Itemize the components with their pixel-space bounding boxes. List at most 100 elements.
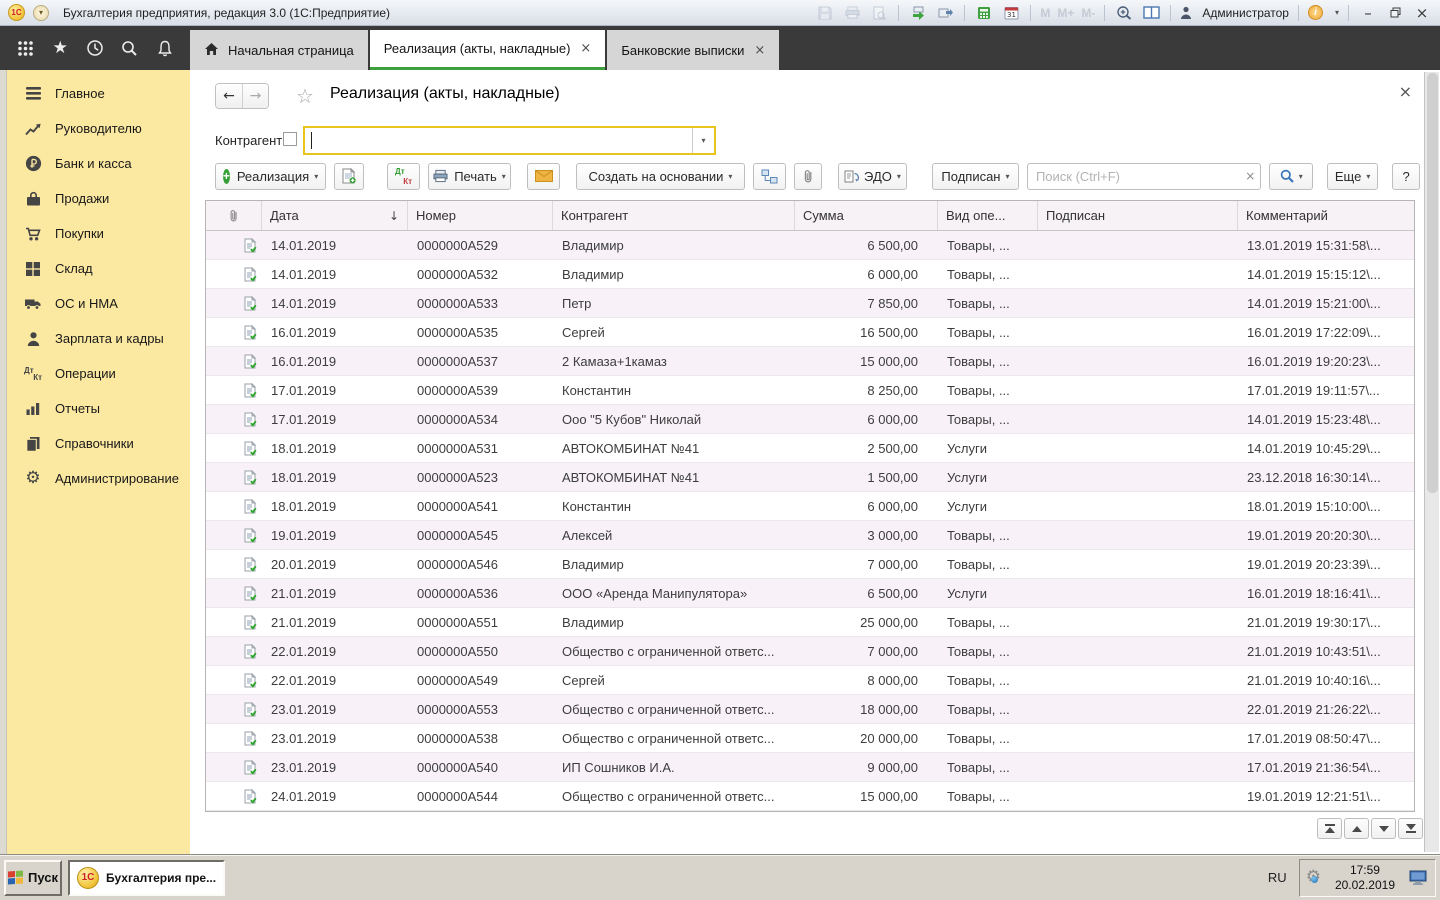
restore-button[interactable] <box>1385 4 1405 22</box>
edo-button[interactable]: ЭДО▾ <box>838 163 907 190</box>
back-button[interactable]: ← <box>216 84 242 108</box>
split-view-icon-button[interactable] <box>1141 4 1161 22</box>
sidebar-item-bank-cash[interactable]: Банк и касса <box>7 146 190 181</box>
table-row[interactable]: 18.01.2019 0000000А541 Константин 6 000,… <box>206 492 1414 521</box>
copy-document-button[interactable] <box>334 163 364 190</box>
col-sum[interactable]: Сумма <box>795 201 938 230</box>
sidebar-item-administration[interactable]: ⚙ Администрирование <box>7 461 190 496</box>
notifications-bell-icon[interactable] <box>153 36 177 60</box>
contractor-dropdown-button[interactable]: ▾ <box>692 128 714 153</box>
help-button[interactable]: ? <box>1392 163 1420 190</box>
print-icon-button[interactable] <box>842 4 862 22</box>
memory-m-button[interactable]: M <box>1040 6 1050 20</box>
table-row[interactable]: 16.01.2019 0000000А535 Сергей 16 500,00 … <box>206 318 1414 347</box>
col-contractor[interactable]: Контрагент <box>553 201 795 230</box>
nav-last-button[interactable] <box>1398 818 1423 839</box>
email-button[interactable] <box>527 163 560 190</box>
info-icon-button[interactable]: i <box>1308 5 1323 20</box>
create-realization-button[interactable]: + Реализация▾ <box>215 163 326 190</box>
table-row[interactable]: 14.01.2019 0000000А533 Петр 7 850,00 Тов… <box>206 289 1414 318</box>
taskbar-app-button[interactable]: 1С Бухгалтерия пре... <box>68 860 225 896</box>
minimize-button[interactable]: – <box>1358 4 1378 22</box>
table-row[interactable]: 24.01.2019 0000000А544 Общество с ограни… <box>206 782 1414 811</box>
col-comment[interactable]: Комментарий <box>1238 201 1414 230</box>
tray-gear-icon[interactable]: ⚙ <box>1306 869 1321 886</box>
language-indicator[interactable]: RU <box>1268 870 1287 885</box>
sidebar-item-fixed-assets[interactable]: ОС и НМА <box>7 286 190 321</box>
more-button[interactable]: Еще▾ <box>1327 163 1378 190</box>
table-row[interactable]: 18.01.2019 0000000А523 АВТОКОМБИНАТ №41 … <box>206 463 1414 492</box>
tab-home[interactable]: Начальная страница <box>190 30 368 70</box>
table-row[interactable]: 21.01.2019 0000000А536 ООО «Аренда Манип… <box>206 579 1414 608</box>
scrollbar-thumb[interactable] <box>1427 73 1438 493</box>
table-row[interactable]: 14.01.2019 0000000А532 Владимир 6 000,00… <box>206 260 1414 289</box>
table-row[interactable]: 17.01.2019 0000000А534 Ооо "5 Кубов" Ник… <box>206 405 1414 434</box>
contractor-input[interactable] <box>305 128 692 153</box>
table-row[interactable]: 20.01.2019 0000000А546 Владимир 7 000,00… <box>206 550 1414 579</box>
system-menu-button[interactable]: ▾ <box>33 5 49 21</box>
table-row[interactable]: 22.01.2019 0000000А550 Общество с ограни… <box>206 637 1414 666</box>
monitor-icon[interactable] <box>1409 870 1429 886</box>
memory-m-plus-button[interactable]: M+ <box>1057 6 1074 20</box>
table-row[interactable]: 17.01.2019 0000000А539 Константин 8 250,… <box>206 376 1414 405</box>
nav-first-button[interactable] <box>1317 818 1342 839</box>
table-row[interactable]: 21.01.2019 0000000А551 Владимир 25 000,0… <box>206 608 1414 637</box>
nav-down-button[interactable] <box>1371 818 1396 839</box>
sidebar-item-manager[interactable]: Руководителю <box>7 111 190 146</box>
sidebar-item-purchases[interactable]: Покупки <box>7 216 190 251</box>
history-icon[interactable] <box>83 36 107 60</box>
tab-bank-statements[interactable]: Банковские выписки × <box>607 30 779 70</box>
nav-up-button[interactable] <box>1344 818 1369 839</box>
create-based-on-button[interactable]: Создать на основании▾ <box>576 163 745 190</box>
favorites-icon[interactable]: ★ <box>48 36 72 60</box>
form-scrollbar[interactable] <box>1424 72 1439 852</box>
info-caret-icon[interactable]: ▾ <box>1335 8 1339 17</box>
start-button[interactable]: Пуск <box>4 860 62 896</box>
signed-filter-button[interactable]: Подписан▾ <box>932 163 1019 190</box>
structure-subordination-button[interactable] <box>753 163 786 190</box>
col-operation-type[interactable]: Вид опе... <box>938 201 1038 230</box>
col-signed[interactable]: Подписан <box>1038 201 1238 230</box>
sidebar-item-directories[interactable]: Справочники <box>7 426 190 461</box>
left-scroll-strip[interactable] <box>0 70 7 854</box>
calculator-icon-button[interactable] <box>974 4 994 22</box>
contractor-filter-checkbox[interactable] <box>283 132 297 146</box>
import-link-icon-button[interactable] <box>908 4 928 22</box>
search-clear-button[interactable]: × <box>1240 169 1260 183</box>
memory-m-minus-button[interactable]: M- <box>1081 6 1095 20</box>
calendar-icon-button[interactable]: 31 <box>1001 4 1021 22</box>
dt-kt-button[interactable]: ДтКт <box>387 163 420 190</box>
col-date[interactable]: Дата ↓ <box>262 201 408 230</box>
table-row[interactable]: 18.01.2019 0000000А531 АВТОКОМБИНАТ №41 … <box>206 434 1414 463</box>
tab-close-icon[interactable]: × <box>580 41 591 56</box>
save-icon-button[interactable] <box>815 4 835 22</box>
table-row[interactable]: 22.01.2019 0000000А549 Сергей 8 000,00 Т… <box>206 666 1414 695</box>
advanced-search-button[interactable]: ▾ <box>1269 163 1313 190</box>
table-row[interactable]: 16.01.2019 0000000А537 2 Камаза+1камаз 1… <box>206 347 1414 376</box>
search-input[interactable] <box>1028 169 1240 184</box>
col-attachment[interactable] <box>206 201 262 230</box>
favorite-star-icon[interactable]: ☆ <box>296 84 314 108</box>
sidebar-item-operations[interactable]: ДтКт Операции <box>7 356 190 391</box>
sidebar-item-payroll-hr[interactable]: Зарплата и кадры <box>7 321 190 356</box>
apps-grid-icon[interactable] <box>13 36 37 60</box>
sidebar-item-reports[interactable]: Отчеты <box>7 391 190 426</box>
print-preview-icon-button[interactable] <box>869 4 889 22</box>
table-row[interactable]: 14.01.2019 0000000А529 Владимир 6 500,00… <box>206 231 1414 260</box>
sidebar-item-sales[interactable]: Продажи <box>7 181 190 216</box>
tab-realization[interactable]: Реализация (акты, накладные) × <box>370 30 606 70</box>
form-close-button[interactable]: × <box>1399 82 1412 101</box>
table-row[interactable]: 23.01.2019 0000000А540 ИП Сошников И.А. … <box>206 753 1414 782</box>
forward-button[interactable]: → <box>242 84 268 108</box>
col-number[interactable]: Номер <box>408 201 553 230</box>
zoom-icon-button[interactable] <box>1114 4 1134 22</box>
tab-close-icon[interactable]: × <box>754 43 765 58</box>
export-link-icon-button[interactable] <box>935 4 955 22</box>
print-button[interactable]: Печать▾ <box>428 163 511 190</box>
table-row[interactable]: 23.01.2019 0000000А553 Общество с ограни… <box>206 695 1414 724</box>
table-row[interactable]: 19.01.2019 0000000А545 Алексей 3 000,00 … <box>206 521 1414 550</box>
sidebar-item-warehouse[interactable]: Склад <box>7 251 190 286</box>
attach-button[interactable] <box>794 163 822 190</box>
sidebar-item-main[interactable]: Главное <box>7 76 190 111</box>
tray-clock[interactable]: 17:59 20.02.2019 <box>1327 863 1403 893</box>
